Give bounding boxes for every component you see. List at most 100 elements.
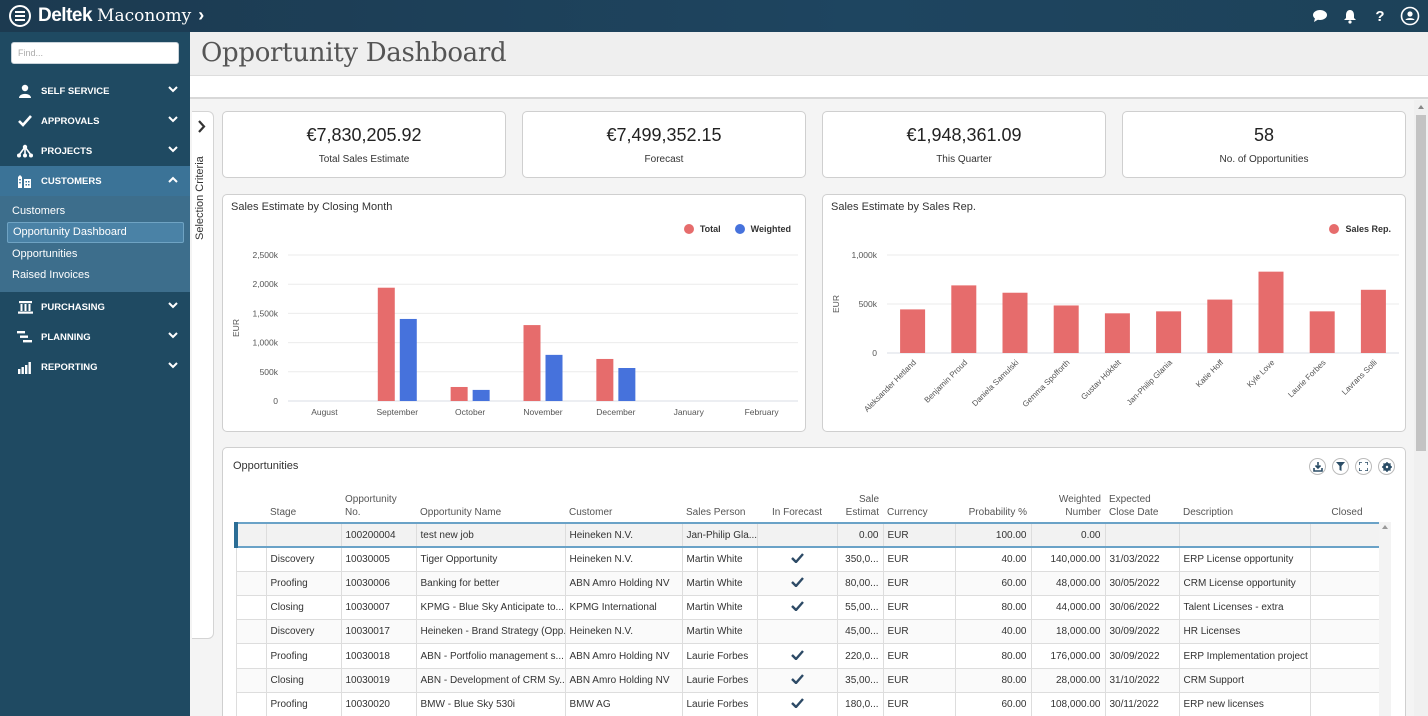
cell-desc[interactable]: HR Licenses bbox=[1178, 619, 1311, 645]
column-header[interactable]: In Forecast bbox=[757, 491, 837, 523]
column-header[interactable]: Customer bbox=[565, 491, 682, 523]
cell-prob[interactable]: 60.00 bbox=[954, 691, 1032, 716]
row-handle[interactable] bbox=[235, 691, 267, 716]
cell-estimate[interactable]: 45,00... bbox=[836, 619, 884, 645]
cell-closed[interactable] bbox=[1309, 691, 1385, 716]
cell-currency[interactable]: EUR bbox=[882, 570, 956, 597]
cell-no[interactable]: 10030006 bbox=[340, 570, 417, 597]
cell-close[interactable] bbox=[1104, 521, 1180, 549]
cell-stage[interactable]: Proofing bbox=[265, 570, 342, 597]
table-row[interactable]: Discovery 10030005 Tiger Opportunity Heinek… bbox=[235, 546, 1385, 572]
cell-no[interactable]: 10030007 bbox=[340, 595, 417, 621]
chat-icon[interactable] bbox=[1310, 6, 1330, 26]
scroll-up-icon[interactable] bbox=[1382, 525, 1388, 529]
cell-currency[interactable]: EUR bbox=[882, 595, 956, 621]
cell-close[interactable]: 30/06/2022 bbox=[1104, 595, 1180, 621]
row-handle[interactable] bbox=[235, 570, 267, 597]
table-scrollbar[interactable] bbox=[1379, 522, 1391, 716]
cell-closed[interactable] bbox=[1309, 570, 1385, 597]
cell-customer[interactable]: ABN Amro Holding NV bbox=[564, 643, 683, 669]
cell-estimate[interactable]: 0.00 bbox=[836, 521, 884, 549]
nav-item-approvals[interactable]: APPROVALS bbox=[0, 106, 190, 136]
cell-weighted[interactable]: 28,000.00 bbox=[1030, 667, 1106, 693]
cell-desc[interactable]: ERP Implementation project bbox=[1178, 643, 1311, 669]
cell-name[interactable]: ABN - Portfolio management s... bbox=[415, 643, 566, 669]
cell-customer[interactable]: ABN Amro Holding NV bbox=[564, 570, 683, 597]
cell-stage[interactable]: Closing bbox=[265, 595, 342, 621]
cell-close[interactable]: 31/10/2022 bbox=[1104, 667, 1180, 693]
cell-customer[interactable]: Heineken N.V. bbox=[564, 521, 683, 549]
filter-icon[interactable] bbox=[1332, 458, 1349, 475]
table-row[interactable]: Closing 10030019 ABN - Development of CRM … bbox=[235, 667, 1385, 693]
cell-prob[interactable]: 80.00 bbox=[954, 595, 1032, 621]
cell-person[interactable]: Martin White bbox=[681, 595, 758, 621]
row-handle[interactable] bbox=[235, 643, 267, 669]
cell-person[interactable]: Jan-Philip Gla... bbox=[681, 521, 758, 549]
column-header[interactable]: Opportunity Name bbox=[416, 491, 565, 523]
table-row[interactable]: Closing 10030007 KPMG - Blue Sky Anticipat… bbox=[235, 595, 1385, 621]
cell-closed[interactable] bbox=[1309, 667, 1385, 693]
cell-currency[interactable]: EUR bbox=[882, 619, 956, 645]
cell-currency[interactable]: EUR bbox=[882, 667, 956, 693]
settings-icon[interactable] bbox=[1378, 458, 1395, 475]
cell-weighted[interactable]: 44,000.00 bbox=[1030, 595, 1106, 621]
column-header[interactable]: Currency bbox=[883, 491, 955, 523]
cell-desc[interactable]: CRM Support bbox=[1178, 667, 1311, 693]
export-icon[interactable] bbox=[1309, 458, 1326, 475]
cell-no[interactable]: 10030017 bbox=[340, 619, 417, 645]
column-header[interactable]: Stage bbox=[266, 491, 341, 523]
cell-customer[interactable]: BMW AG bbox=[564, 691, 683, 716]
cell-close[interactable]: 30/11/2022 bbox=[1104, 691, 1180, 716]
cell-close[interactable]: 30/09/2022 bbox=[1104, 619, 1180, 645]
cell-weighted[interactable]: 18,000.00 bbox=[1030, 619, 1106, 645]
row-handle[interactable] bbox=[235, 619, 267, 645]
row-handle[interactable] bbox=[234, 521, 267, 549]
cell-estimate[interactable]: 180,0... bbox=[836, 691, 884, 716]
cell-customer[interactable]: Heineken N.V. bbox=[564, 546, 683, 572]
cell-customer[interactable]: KPMG International bbox=[564, 595, 683, 621]
column-header[interactable]: Weighted Number bbox=[1031, 491, 1105, 523]
cell-weighted[interactable]: 48,000.00 bbox=[1030, 570, 1106, 597]
cell-name[interactable]: test new job bbox=[415, 521, 566, 549]
nav-item-self-service[interactable]: SELF SERVICE bbox=[0, 76, 190, 106]
cell-desc[interactable]: Talent Licenses - extra bbox=[1178, 595, 1311, 621]
cell-person[interactable]: Martin White bbox=[681, 619, 758, 645]
column-header[interactable]: Opportunity No. bbox=[341, 491, 416, 523]
cell-no[interactable]: 100200004 bbox=[340, 521, 417, 549]
cell-customer[interactable]: ABN Amro Holding NV bbox=[564, 667, 683, 693]
column-header[interactable]: Closed bbox=[1310, 491, 1384, 523]
cell-closed[interactable] bbox=[1309, 546, 1385, 572]
cell-currency[interactable]: EUR bbox=[882, 521, 956, 549]
sub-item-opportunities[interactable]: Opportunities bbox=[6, 243, 184, 265]
sub-item-raised-invoices[interactable]: Raised Invoices bbox=[6, 265, 184, 287]
cell-name[interactable]: Banking for better bbox=[415, 570, 566, 597]
hamburger-menu-icon[interactable] bbox=[9, 5, 31, 27]
scroll-up-icon[interactable] bbox=[1418, 105, 1424, 109]
cell-prob[interactable]: 80.00 bbox=[954, 667, 1032, 693]
row-handle[interactable] bbox=[235, 667, 267, 693]
cell-close[interactable]: 30/05/2022 bbox=[1104, 570, 1180, 597]
cell-estimate[interactable]: 350,0... bbox=[836, 546, 884, 572]
cell-closed[interactable] bbox=[1309, 521, 1385, 549]
cell-forecast[interactable] bbox=[756, 643, 838, 669]
find-input[interactable] bbox=[11, 42, 179, 64]
cell-desc[interactable]: CRM License opportunity bbox=[1178, 570, 1311, 597]
cell-person[interactable]: Laurie Forbes bbox=[681, 691, 758, 716]
cell-closed[interactable] bbox=[1309, 643, 1385, 669]
cell-desc[interactable] bbox=[1178, 521, 1311, 549]
cell-prob[interactable]: 60.00 bbox=[954, 570, 1032, 597]
cell-forecast[interactable] bbox=[756, 691, 838, 716]
cell-desc[interactable]: ERP new licenses bbox=[1178, 691, 1311, 716]
nav-item-reporting[interactable]: REPORTING bbox=[0, 352, 190, 382]
cell-currency[interactable]: EUR bbox=[882, 643, 956, 669]
cell-person[interactable]: Laurie Forbes bbox=[681, 667, 758, 693]
cell-closed[interactable] bbox=[1309, 595, 1385, 621]
cell-stage[interactable]: Proofing bbox=[265, 643, 342, 669]
table-row[interactable]: 100200004 test new job Heineken N.V. Jan-Ph… bbox=[234, 521, 1385, 549]
column-header[interactable]: Sale Estimat bbox=[837, 491, 883, 523]
cell-currency[interactable]: EUR bbox=[882, 546, 956, 572]
cell-desc[interactable]: ERP License opportunity bbox=[1178, 546, 1311, 572]
cell-no[interactable]: 10030005 bbox=[340, 546, 417, 572]
sub-item-opportunity-dashboard[interactable]: Opportunity Dashboard bbox=[7, 221, 184, 243]
cell-person[interactable]: Martin White bbox=[681, 546, 758, 572]
